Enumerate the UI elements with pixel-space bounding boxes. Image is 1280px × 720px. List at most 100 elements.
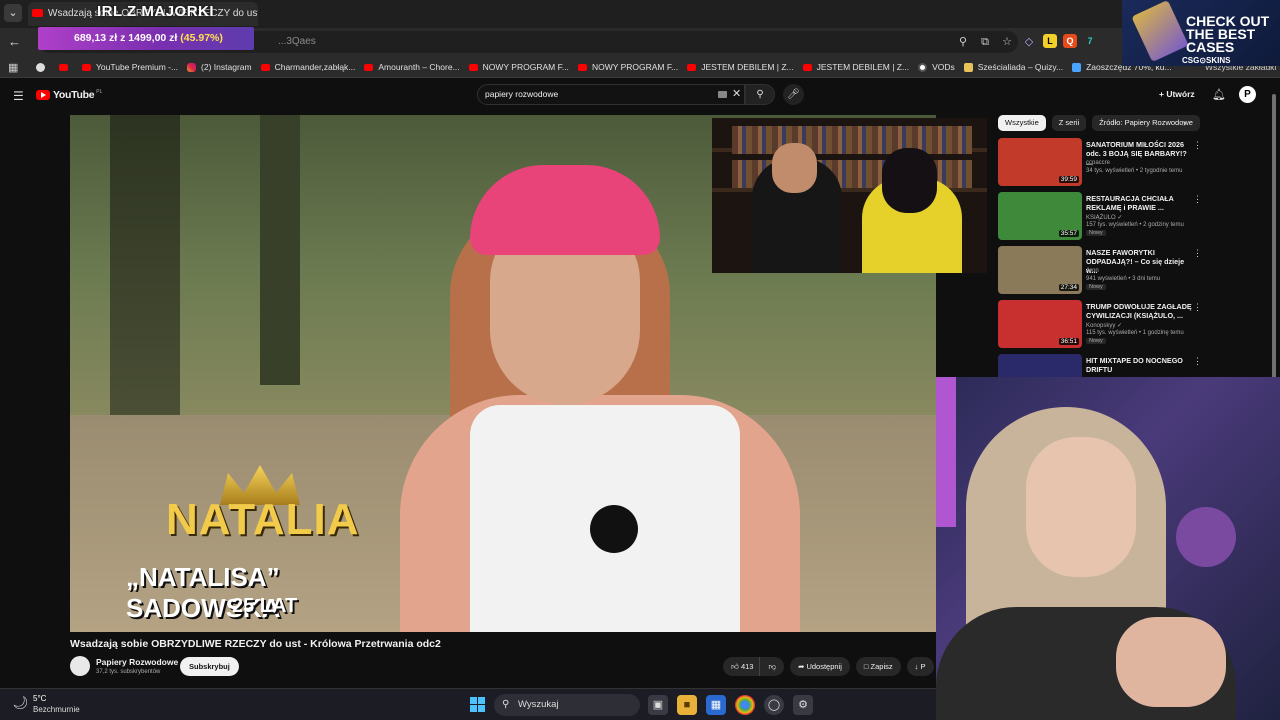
video-thumbnail[interactable]: 27:34 [998, 246, 1082, 294]
new-badge: Nowy [1086, 338, 1106, 344]
yt-favicon-icon [59, 63, 68, 71]
bookmark-label: JESTEM DEBILEM | Z... [701, 62, 794, 72]
file-explorer-icon[interactable]: ■ [677, 695, 697, 715]
address-url: ...3Qaes [278, 36, 316, 47]
extension-red-icon[interactable]: Q [1063, 34, 1077, 48]
video-title: HIT MIXTAPE DO NOCNEGO DRIFTU [1086, 356, 1183, 374]
bookmark-item[interactable]: JESTEM DEBILEM | Z... [802, 62, 909, 72]
video-channel[interactable]: Aron [1086, 268, 1099, 274]
settings-gear-icon[interactable]: ⚙ [793, 695, 813, 715]
video-meta: 941 wyświetleń • 3 dni temu [1086, 276, 1161, 282]
save-button[interactable]: □ Zapisz [855, 657, 901, 676]
filter-chip[interactable]: Z serii [1051, 115, 1087, 131]
ad-brand: CSG⊙SKINS [1182, 56, 1231, 65]
star-icon[interactable]: ☆ [999, 34, 1015, 50]
recommended-video[interactable]: 39:59 SANATORIUM MIŁOŚCI 2026 odc. 3 BOJĄ… [998, 138, 1203, 192]
bookmark-item[interactable]: Amouranth – Chore... [364, 62, 460, 72]
bookmark-item[interactable]: YouTube Premium -... [82, 62, 178, 72]
yt-favicon-icon [468, 63, 478, 71]
video-thumbnail[interactable]: 35:57 [998, 192, 1082, 240]
bookmark-label: Charmander,zabłąk... [274, 62, 356, 72]
create-button[interactable]: + Utwórz [1159, 89, 1195, 99]
extension-yellow-icon[interactable]: L [1043, 34, 1057, 48]
tab-search-button[interactable]: ⌄ [4, 4, 22, 22]
youtube-search-input[interactable]: papiery rozwodowe ✕ [477, 84, 745, 105]
more-options-icon[interactable]: ⋮ [1193, 248, 1202, 259]
donation-percent: (45.97%) [180, 32, 223, 44]
contestant-name-card: NATALIA „NATALISA” SADOWSKA 25 LAT [70, 455, 420, 632]
recommended-video[interactable]: 35:57 RESTAURACJA CHCIAŁA REKLAMĘ i PRAWI… [998, 192, 1203, 246]
bookmark-item[interactable]: Charmander,zabłąk... [260, 62, 356, 72]
bookmark-item[interactable]: JESTEM DEBILEM | Z... [687, 62, 794, 72]
youtube-header: ☰ YouTube PL papiery rozwodowe ✕ ⚲ 🎤︎ + … [0, 80, 1280, 110]
youtube-favicon-icon [32, 9, 43, 17]
subscribe-button[interactable]: Subskrybuj [180, 657, 239, 676]
more-options-icon[interactable]: ⋮ [1193, 140, 1202, 151]
recommended-video[interactable]: 36:51 TRUMP ODWOŁUJE ZAGŁADĘ CYWILIZACJI … [998, 300, 1203, 354]
more-options-icon[interactable]: ⋮ [1193, 356, 1202, 367]
hamburger-menu-icon[interactable]: ☰ [13, 89, 24, 103]
extension-twitch-icon[interactable]: ◇ [1021, 34, 1037, 50]
video-channel[interactable]: Konopskyy ✓ [1086, 322, 1122, 329]
apps-grid-icon[interactable]: ▦ [8, 61, 18, 74]
streamer-hands [1116, 617, 1226, 707]
bookmark-item[interactable]: VODs [918, 62, 955, 72]
bookmark-item[interactable]: NOWY PROGRAM F... [468, 62, 569, 72]
more-options-icon[interactable]: ⋮ [1193, 194, 1202, 205]
taskbar-search[interactable]: ⚲ Wyszukaj [494, 694, 640, 716]
account-avatar[interactable]: P [1239, 86, 1256, 103]
app-notification-icon[interactable]: ◯ [764, 695, 784, 715]
bookmark-item[interactable]: (2) Instagram [187, 62, 252, 72]
bookmark-list: YouTube Premium -... (2) Instagram Charman… [36, 56, 1181, 78]
bookmark-label: VODs [932, 62, 955, 72]
youtube-logo[interactable]: YouTube PL [36, 89, 102, 101]
video-channel[interactable]: KSIĄŻULO ✓ [1086, 214, 1122, 221]
search-button[interactable]: ⚲ [745, 84, 775, 105]
cast-icon[interactable]: ⧉ [977, 34, 993, 50]
back-arrow-icon[interactable]: ← [8, 34, 21, 49]
video-meta: 115 tys. wyświetleń • 1 godzinę temu [1086, 330, 1184, 336]
channel-name[interactable]: Papiery Rozwodowe [96, 657, 178, 667]
recommended-video[interactable]: 27:34 NASZE FAWORYTKI ODPADAJĄ?! – Co się… [998, 246, 1203, 300]
like-button[interactable]: 👍︎ 413 [723, 657, 760, 676]
plush-toy [1176, 507, 1236, 567]
bookmark-item[interactable]: Sześcialiada – Quizy... [963, 62, 1064, 72]
chrome-icon[interactable] [735, 695, 755, 715]
bookmark-label: Sześcialiada – Quizy... [977, 62, 1064, 72]
bookmarks-bar: ▦ YouTube Premium -... (2) Instagram Charm… [0, 56, 1280, 78]
clear-search-icon[interactable]: ✕ [732, 87, 741, 100]
chevron-right-icon[interactable]: › [1183, 118, 1186, 129]
share-button[interactable]: ➦ Udostępnij [790, 657, 850, 676]
share-label: Udostępnij [806, 662, 842, 671]
notifications-bell-icon[interactable]: 🔔︎ [1212, 88, 1226, 101]
voice-search-mic-icon[interactable]: 🎤︎ [783, 84, 804, 105]
bookmark-item[interactable]: NOWY PROGRAM F... [577, 62, 678, 72]
extension-teal-icon[interactable]: 7 [1083, 34, 1097, 48]
store-icon[interactable]: ▦ [706, 695, 726, 715]
moon-weather-icon[interactable]: 🌙︎ [12, 695, 29, 711]
scrollbar-thumb[interactable] [1272, 94, 1276, 379]
keyboard-icon[interactable] [718, 91, 727, 98]
more-actions-button[interactable]: ↓ P [906, 657, 934, 676]
streamer-face [1026, 437, 1136, 577]
share-arrow-icon: ➦ [798, 662, 805, 671]
thumbs-down-icon: 👎︎ [768, 662, 777, 671]
bookmark-item[interactable] [59, 63, 73, 71]
recommendations-list: 39:59 SANATORIUM MIŁOŚCI 2026 odc. 3 BOJĄ… [998, 138, 1203, 408]
dislike-button[interactable]: 👎︎ [759, 657, 785, 676]
task-view-icon[interactable]: ▣ [648, 695, 668, 715]
bookmark-item[interactable] [36, 62, 50, 72]
channel-avatar[interactable] [70, 656, 90, 676]
zoom-icon[interactable]: ⚲ [955, 34, 971, 50]
more-options-icon[interactable]: ⋮ [1193, 302, 1202, 313]
knife-icon [1131, 0, 1189, 63]
video-channel[interactable]: ccpaccre [1086, 160, 1110, 166]
create-label: Utwórz [1166, 89, 1195, 99]
windows-start-icon[interactable] [470, 697, 485, 712]
bookmark-label: YouTube Premium -... [96, 62, 179, 72]
video-thumbnail[interactable]: 36:51 [998, 300, 1082, 348]
host-man-head [772, 143, 817, 193]
filter-chip[interactable]: Wszystkie [998, 115, 1046, 131]
video-meta: 157 tys. wyświetleń • 2 godziny temu [1086, 222, 1184, 228]
video-thumbnail[interactable]: 39:59 [998, 138, 1082, 186]
